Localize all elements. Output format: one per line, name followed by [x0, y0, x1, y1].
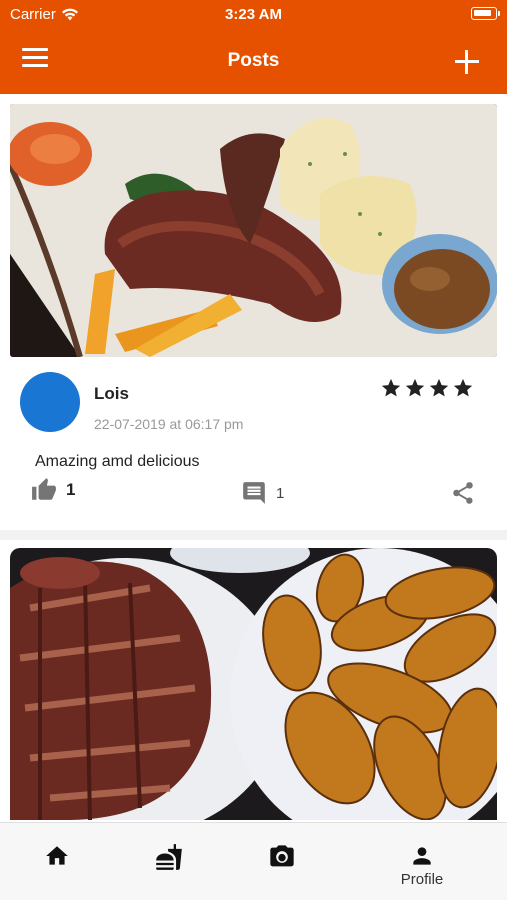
comment-button[interactable]: 1 [240, 480, 284, 506]
post-caption: Amazing amd delicious [35, 453, 200, 470]
post-timestamp: 22-07-2019 at 06:17 pm [94, 416, 244, 432]
share-button[interactable] [450, 480, 476, 511]
food-icon [156, 844, 182, 870]
status-time: 3:23 AM [225, 6, 282, 23]
comment-count: 1 [276, 484, 285, 502]
star-icon [429, 378, 449, 397]
status-bar: Carrier 3:23 AM [0, 0, 507, 28]
post-image[interactable] [10, 548, 497, 820]
food-photo-lamb-chops-mashed-potatoes [10, 104, 497, 357]
like-button[interactable]: 1 [30, 477, 75, 503]
star-icon [381, 378, 401, 397]
rating-stars [380, 377, 474, 399]
like-count: 1 [66, 480, 76, 499]
post-card: Lois 22-07-2019 at 06:17 pm Amazing amd … [0, 94, 507, 530]
tab-home[interactable] [17, 823, 97, 900]
tab-profile-label: Profile [400, 871, 444, 888]
post-card [0, 540, 507, 822]
add-post-button[interactable] [455, 50, 479, 74]
posts-feed[interactable]: Lois 22-07-2019 at 06:17 pm Amazing amd … [0, 94, 507, 822]
person-icon [413, 847, 431, 865]
battery-icon [471, 7, 500, 20]
star-icon [453, 378, 473, 397]
app-header: Carrier 3:23 AM Posts [0, 0, 507, 94]
post-author[interactable]: Lois [94, 384, 129, 404]
nav-bar: Posts [0, 30, 507, 90]
food-photo-ribs-fried-plantains [10, 548, 497, 820]
thumbs-up-icon [32, 478, 56, 500]
tab-camera[interactable] [242, 823, 322, 900]
home-icon [46, 846, 68, 865]
star-icon [405, 378, 425, 397]
camera-icon [270, 845, 294, 867]
page-title: Posts [227, 50, 280, 71]
tab-food[interactable] [129, 823, 209, 900]
comment-icon [243, 482, 265, 504]
bottom-tab-bar: Profile [0, 822, 507, 900]
tab-profile[interactable]: Profile [382, 823, 462, 900]
share-icon [453, 482, 473, 504]
post-image[interactable] [10, 104, 497, 357]
avatar[interactable] [20, 372, 80, 432]
